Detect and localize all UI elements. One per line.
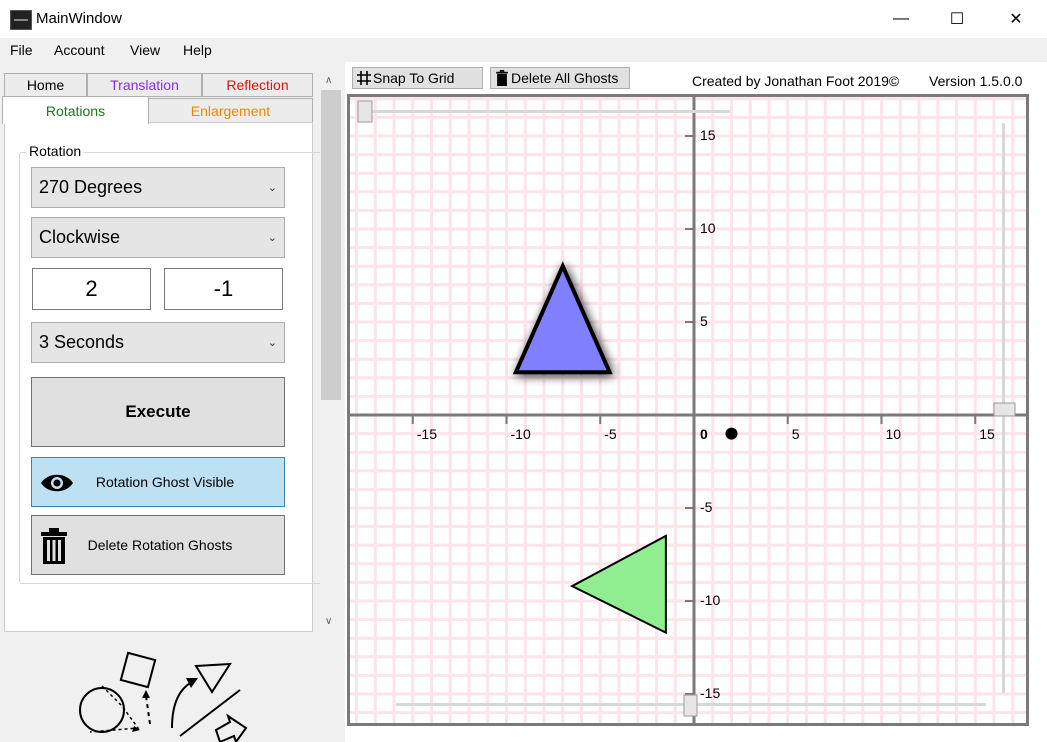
x-tick-label: -15 [417,426,437,442]
snap-to-grid-label: Snap To Grid [373,70,455,86]
angle-select[interactable]: 270 Degrees ⌄ [31,167,285,208]
chevron-down-icon: ⌄ [267,337,277,349]
rotation-ghost-toggle[interactable]: Rotation Ghost Visible [31,457,285,507]
y-tick-label: -10 [700,592,720,608]
menu-file[interactable]: File [10,42,33,58]
execute-label: Execute [125,402,191,421]
scroll-down-icon[interactable]: ∨ [325,616,332,627]
x-tick-label: 15 [979,426,995,442]
grid-icon [357,71,371,85]
title-bar: MainWindow — ☐ ✕ [0,0,1047,38]
x-tick-label: -5 [604,426,617,442]
x-tick-label: 0 [700,426,708,442]
minimize-button[interactable]: — [878,0,924,38]
close-button[interactable]: ✕ [993,0,1039,38]
duration-select[interactable]: 3 Seconds ⌄ [31,322,285,363]
left-panel-scrollbar[interactable]: ∧ ∨ [320,72,342,632]
tab-enlargement[interactable]: Enlargement [148,98,313,123]
direction-select[interactable]: Clockwise ⌄ [31,217,285,258]
snap-to-grid-button[interactable]: Snap To Grid [352,67,483,89]
horizontal-slider-track[interactable] [364,110,730,113]
menu-bar: File Account View Help [0,38,1047,62]
x-tick-label: 10 [886,426,902,442]
delete-all-ghosts-label: Delete All Ghosts [511,70,619,86]
duration-value: 3 Seconds [39,332,125,352]
menu-account[interactable]: Account [54,42,105,58]
x-tick-label: -10 [511,426,531,442]
trash-icon [41,528,67,564]
y-tick-label: 10 [700,220,716,236]
rotation-group-label: Rotation [26,143,85,159]
transformations-logo [79,651,248,742]
direction-value: Clockwise [39,227,121,247]
centre-y-input[interactable]: -1 [164,268,283,310]
delete-rotation-ghosts-label: Delete Rotation Ghosts [87,537,233,553]
menu-view[interactable]: View [130,42,160,58]
centre-x-input[interactable]: 2 [32,268,151,310]
menu-help[interactable]: Help [183,42,212,58]
graph-panel: -15 -10 -5 0 5 10 15 15 10 5 -5 -10 -15 [347,94,1029,726]
horizontal-slider-thumb[interactable] [357,100,373,123]
tab-home[interactable]: Home [4,73,87,97]
y-tick-label: 5 [700,313,708,329]
y-tick-label: 15 [700,127,716,143]
vertical-slider-thumb[interactable] [993,402,1016,417]
x-tick-label: 5 [792,426,800,442]
window-title: MainWindow [36,10,122,27]
credit-text: Created by Jonathan Foot 2019© [692,73,900,89]
version-text: Version 1.5.0.0 [929,73,1023,89]
tab-rotations[interactable]: Rotations [2,96,149,124]
rotation-centre-point[interactable] [725,427,738,440]
tab-reflection[interactable]: Reflection [202,73,313,97]
chevron-down-icon: ⌄ [267,232,277,244]
coordinate-grid[interactable]: -15 -10 -5 0 5 10 15 15 10 5 -5 -10 -15 [350,97,1026,723]
bottom-slider-thumb[interactable] [683,694,698,717]
eye-icon [41,474,73,492]
delete-all-ghosts-button[interactable]: Delete All Ghosts [490,67,630,89]
ghost-visible-label: Rotation Ghost Visible [95,474,235,490]
chevron-down-icon: ⌄ [267,182,277,194]
execute-button[interactable]: Execute [31,377,285,447]
y-tick-label: -15 [700,685,720,701]
trash-icon [496,70,508,86]
scroll-up-icon[interactable]: ∧ [325,75,332,86]
y-tick-label: -5 [700,499,713,515]
maximize-button[interactable]: ☐ [934,0,980,38]
delete-rotation-ghosts-button[interactable]: Delete Rotation Ghosts [31,515,285,575]
app-icon [10,10,32,30]
angle-value: 270 Degrees [39,177,143,197]
blue-triangle[interactable] [512,261,613,375]
tab-translation[interactable]: Translation [87,73,202,97]
scrollbar-thumb[interactable] [321,90,341,400]
